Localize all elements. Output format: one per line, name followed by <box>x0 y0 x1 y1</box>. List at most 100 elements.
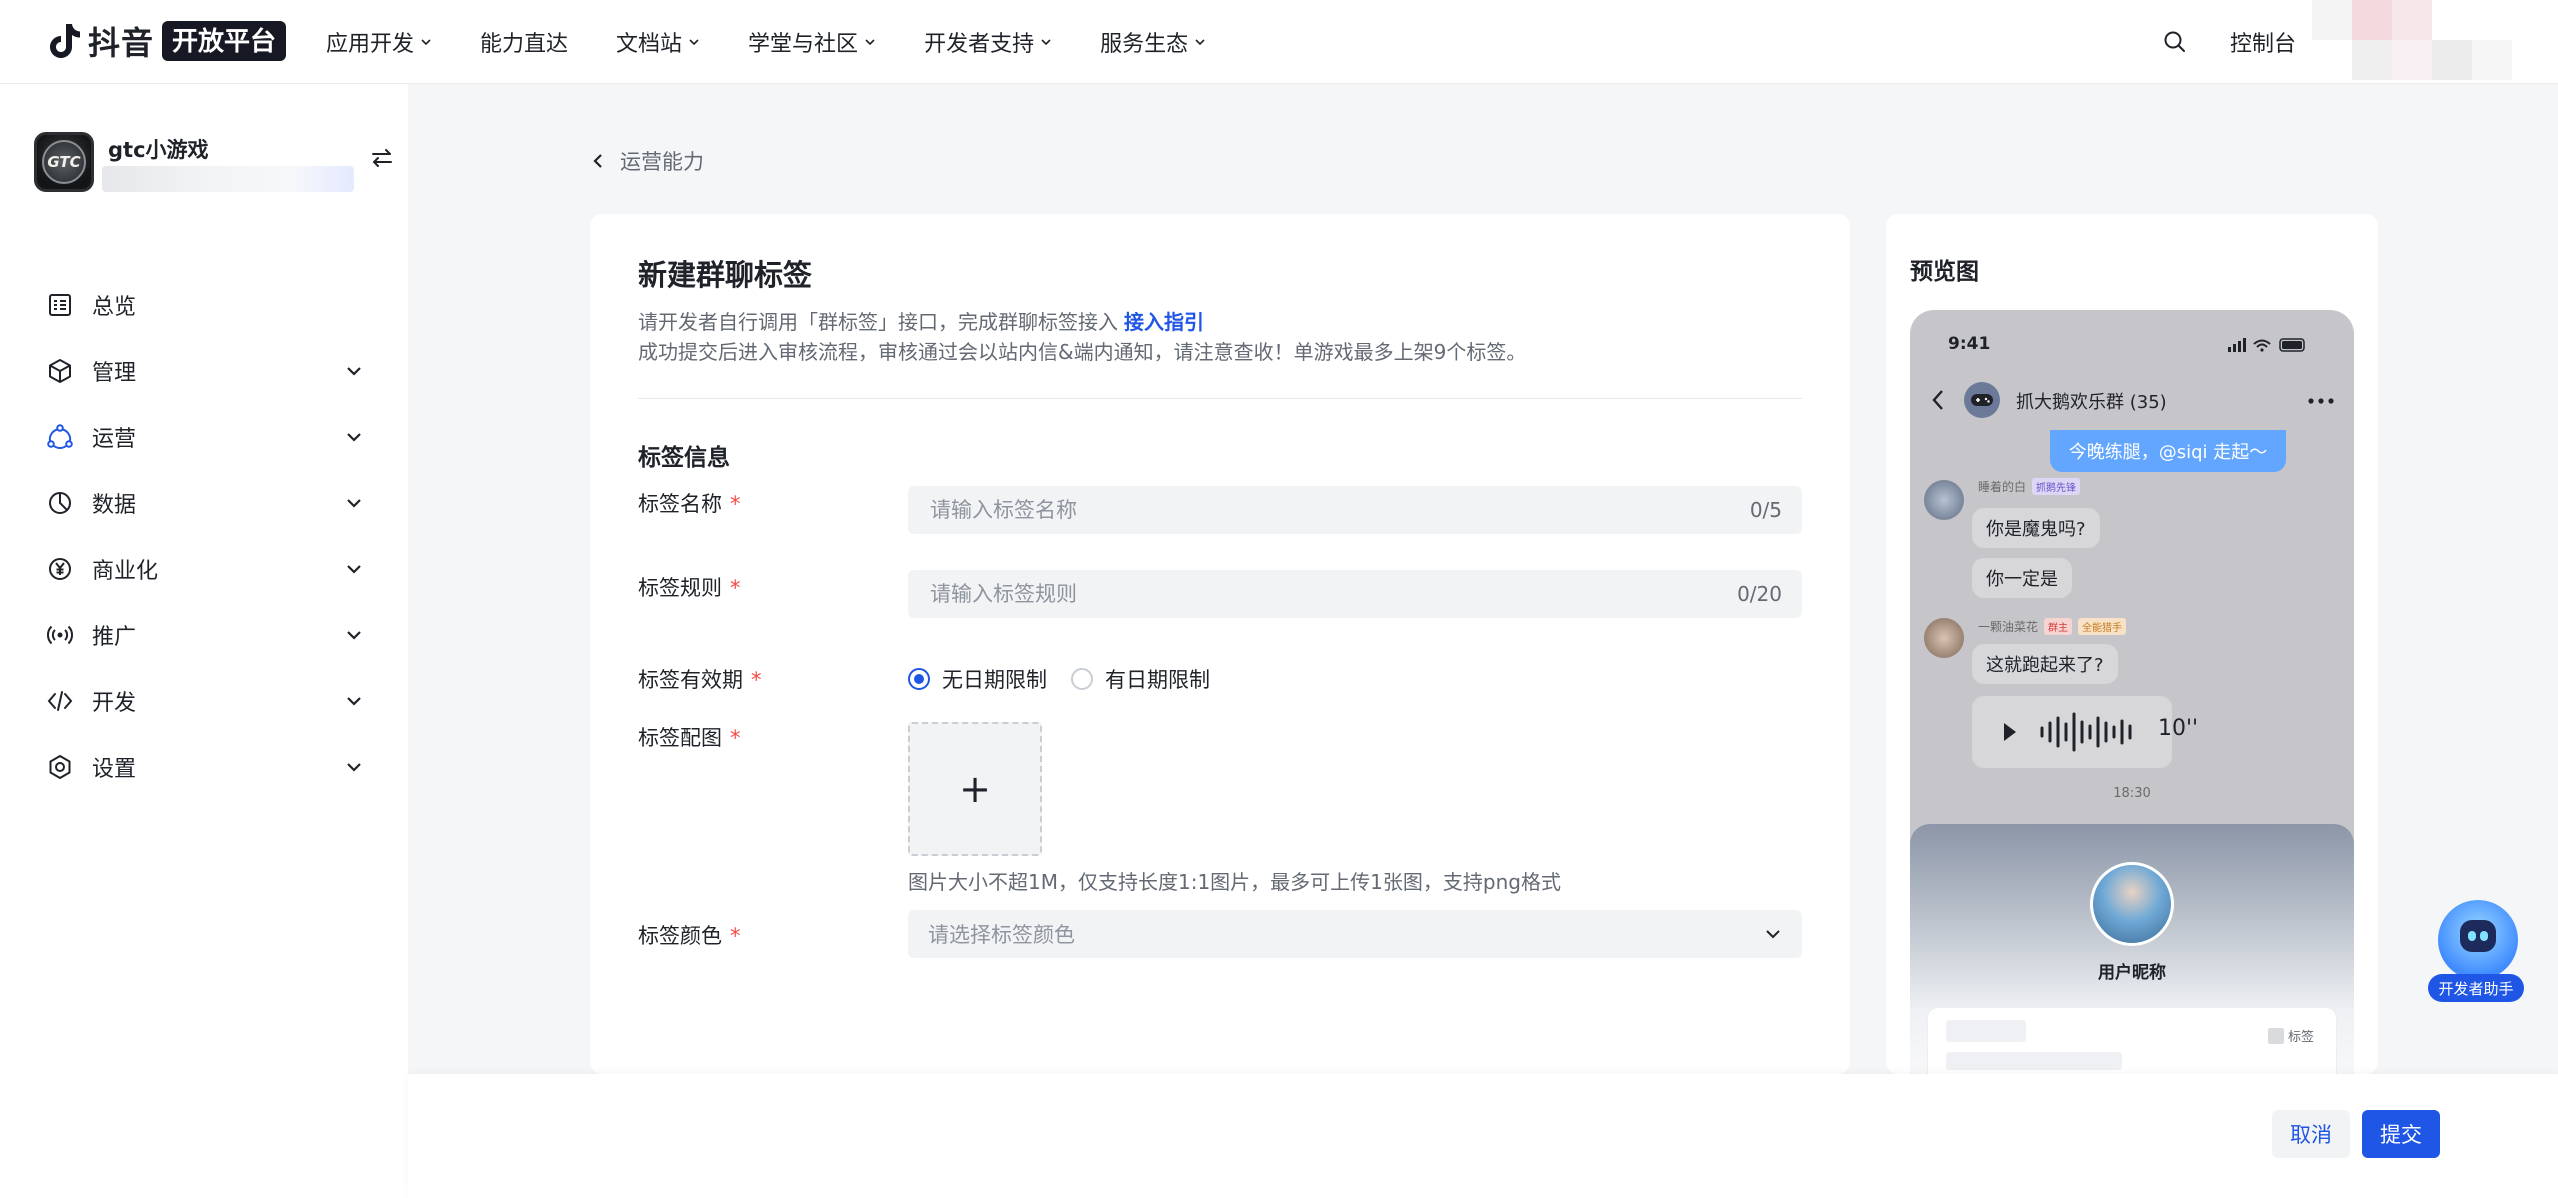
nav-item-developer-support[interactable]: 开发者支持 <box>924 26 1052 58</box>
brand-badge: 开放平台 <box>162 21 287 61</box>
douyin-open-platform-logo[interactable]: 抖音 开放平台 <box>42 18 287 64</box>
switch-icon[interactable] <box>370 146 394 170</box>
top-navigation-bar: 抖音 开放平台 应用开发 能力直达 文档站 学堂与社区 开发者支持 服务生态 控… <box>0 0 2558 84</box>
nav-item-service-ecosystem[interactable]: 服务生态 <box>1100 26 1206 58</box>
profile-info-box: 标签 <box>1928 1008 2336 1074</box>
chevron-down-icon <box>421 39 431 46</box>
nav-item-academy-community[interactable]: 学堂与社区 <box>748 26 876 58</box>
nav-item-capability[interactable]: 能力直达 <box>480 26 568 58</box>
broadcast-icon <box>47 625 73 645</box>
chevron-down-icon <box>347 565 361 574</box>
robot-face <box>2460 920 2496 952</box>
chevron-down-icon <box>865 39 875 46</box>
app-name: gtc小游戏 <box>108 138 209 162</box>
select-placeholder: 请选择标签颜色 <box>928 923 1075 947</box>
voice-duration: 10'' <box>2158 716 2199 741</box>
sidebar-item-label: 推广 <box>92 625 137 650</box>
nav-item-docs[interactable]: 文档站 <box>616 26 700 58</box>
chevron-down-icon <box>347 631 361 640</box>
app-avatar: GTC <box>34 132 94 192</box>
create-tag-form: 新建群聊标签 请开发者自行调用「群标签」接口，完成群聊标签接入 接入指引 成功提交… <box>590 214 1850 1074</box>
sidebar-item-operation[interactable]: 运营 <box>0 404 408 470</box>
tag-image-label: 标签配图 * <box>638 726 741 750</box>
nav-item-app-development[interactable]: 应用开发 <box>326 26 432 58</box>
yen-icon <box>49 558 71 580</box>
app-card: GTC gtc小游戏 <box>34 132 392 202</box>
tag-rule-input[interactable] <box>928 581 1738 607</box>
member-tag: 抓鹅先锋 <box>2032 478 2081 495</box>
robot-icon <box>2438 900 2518 980</box>
profile-card-preview: 用户昵称 标签 <box>1910 824 2354 1074</box>
gamepad-icon <box>1971 394 1993 406</box>
tag-color-select[interactable]: 请选择标签颜色 <box>908 910 1802 958</box>
user-avatar <box>2090 862 2174 946</box>
chevron-down-icon <box>347 499 361 508</box>
skeleton-line <box>1946 1052 2122 1070</box>
form-footer: 取消 提交 <box>408 1074 2558 1198</box>
chevron-down-icon <box>1041 39 1051 46</box>
developer-assistant-button[interactable]: 开发者助手 <box>2428 900 2524 1004</box>
image-upload-button[interactable]: + <box>908 722 1042 856</box>
sidebar-item-management[interactable]: 管理 <box>0 338 408 404</box>
console-link[interactable]: 控制台 <box>2230 26 2296 58</box>
phone-mockup: 9:41 抓大鹅欢乐群 (35) 今晚练腿，@siqi 走起～ 睡着的白 抓鹅先… <box>1910 310 2354 1074</box>
sidebar-item-overview[interactable]: 总览 <box>0 272 408 338</box>
voice-message-bubble: 10'' <box>1972 696 2198 768</box>
radio-dot <box>908 668 930 690</box>
radio-no-date-limit[interactable]: 无日期限制 <box>908 664 1047 694</box>
section-title: 标签信息 <box>638 445 730 471</box>
status-icons <box>2228 338 2305 352</box>
integration-guide-link[interactable]: 接入指引 <box>1124 310 1204 334</box>
more-icon <box>2308 398 2334 404</box>
sidebar-item-settings[interactable]: 设置 <box>0 734 408 800</box>
sidebar-item-development[interactable]: 开发 <box>0 668 408 734</box>
sidebar-item-label: 开发 <box>92 691 137 716</box>
app-avatar-text: GTC <box>42 140 86 184</box>
preview-panel: 预览图 9:41 抓大鹅欢乐群 (35) 今晚练腿，@siqi 走起～ 睡着的白… <box>1886 214 2378 1074</box>
member-avatar <box>1924 618 1964 658</box>
sidebar-item-monetization[interactable]: 商业化 <box>0 536 408 602</box>
owner-tag: 群主 <box>2044 618 2073 635</box>
preview-tag-badge: 标签 <box>2267 1026 2314 1045</box>
sidebar: GTC gtc小游戏 总览 管理 运营 数据 商业化 推广 开发 设置 <box>0 84 408 1198</box>
chevron-down-icon <box>347 697 361 706</box>
settings-icon <box>49 755 71 779</box>
char-counter: 0/20 <box>1737 582 1782 606</box>
tag-name-input[interactable] <box>928 497 1750 523</box>
cancel-button[interactable]: 取消 <box>2272 1110 2350 1158</box>
sidebar-item-label: 运营 <box>92 427 137 452</box>
chevron-down-icon <box>347 433 361 442</box>
sidebar-item-promotion[interactable]: 推广 <box>0 602 408 668</box>
tag-rule-field: 0/20 <box>908 570 1802 618</box>
skeleton-line <box>1946 1020 2026 1042</box>
assistant-label: 开发者助手 <box>2428 974 2524 1002</box>
search-icon[interactable] <box>2162 29 2188 55</box>
message-bubble: 你一定是 <box>1972 558 2072 598</box>
chat-header: 抓大鹅欢乐群 (35) <box>1910 370 2354 432</box>
upload-hint: 图片大小不超1M，仅支持长度1:1图片，最多可上传1张图，支持png格式 <box>908 870 1561 894</box>
tag-validity-label: 标签有效期 * <box>638 668 762 692</box>
required-mark: * <box>730 492 741 516</box>
chat-timestamp: 18:30 <box>2113 786 2151 801</box>
submit-button[interactable]: 提交 <box>2362 1110 2440 1158</box>
chevron-down-icon <box>347 763 361 772</box>
chat-title: 抓大鹅欢乐群 (35) <box>2016 392 2167 413</box>
chevron-left-icon <box>593 154 602 168</box>
radio-with-date-limit[interactable]: 有日期限制 <box>1071 664 1210 694</box>
blurred-user-avatar[interactable] <box>2296 0 2558 84</box>
status-time: 9:41 <box>1948 334 1991 354</box>
message-bubble: 你是魔鬼吗? <box>1972 508 2100 548</box>
chevron-down-icon <box>689 39 699 46</box>
sidebar-item-label: 设置 <box>92 757 137 782</box>
sidebar-item-label: 总览 <box>92 295 137 320</box>
divider <box>638 398 1802 399</box>
sidebar-item-data[interactable]: 数据 <box>0 470 408 536</box>
chevron-down-icon <box>1766 930 1780 939</box>
sidebar-menu: 总览 管理 运营 数据 商业化 推广 开发 设置 <box>0 272 408 800</box>
member-avatar <box>1924 480 1964 520</box>
required-mark: * <box>730 726 741 750</box>
tag-color-label: 标签颜色 * <box>638 924 741 948</box>
cube-icon <box>49 359 71 383</box>
voice-waveform-icon <box>2004 712 2132 752</box>
breadcrumb-back[interactable]: 运营能力 <box>590 146 704 176</box>
